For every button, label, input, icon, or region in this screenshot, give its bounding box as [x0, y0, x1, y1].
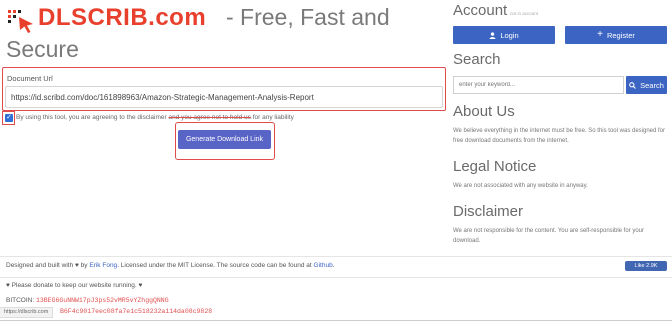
search-button[interactable]: Search: [626, 76, 667, 94]
login-button[interactable]: Login: [453, 26, 555, 44]
legal-heading: Legal Notice: [453, 158, 537, 175]
register-label: Register: [606, 30, 635, 40]
document-url-input[interactable]: [5, 86, 443, 108]
plus-icon: +: [597, 29, 603, 40]
about-heading: About Us: [453, 103, 515, 120]
footer-divider-2: [0, 277, 672, 278]
status-bar-url: https://dlscrib.com: [0, 307, 54, 318]
disclaimer-text: We are not responsible for the content. …: [453, 228, 645, 244]
github-link[interactable]: Github: [314, 262, 333, 269]
account-heading: Account: [453, 2, 508, 19]
checkmark-icon: ✓: [6, 114, 12, 121]
register-button[interactable]: + Register: [565, 26, 667, 44]
search-icon: [629, 81, 637, 89]
tagline-line2: Secure: [6, 36, 79, 62]
agree-text: By using this tool, you are agreeing to …: [16, 114, 294, 121]
bitcoin-address: 13BEG6GuNNW17pJ3ps52vMR5vYZhggQNNG: [35, 297, 169, 304]
donate-text: ♥ Please donate to keep our website runn…: [6, 282, 143, 289]
legal-text: We are not associated with any website i…: [453, 183, 588, 189]
facebook-like-button[interactable]: Like 2.9K: [625, 261, 667, 271]
agree-checkbox[interactable]: ✓: [5, 114, 13, 122]
bitcoin-address-2: B6F4c9017eec08fa7e1c518232a114da08c9828: [60, 308, 213, 315]
dlscrib-logo-icon: [8, 10, 33, 33]
document-url-label: Document Url: [7, 74, 53, 83]
bitcoin-row: BITCOIN: 13BEG6GuNNW17pJ3ps52vMR5vYZhggQ…: [6, 297, 169, 304]
brand-title[interactable]: DLSCRIB.com: [38, 4, 206, 32]
bitcoin-label: BITCOIN:: [6, 297, 35, 304]
about-text: We believe everything in the internet mu…: [453, 128, 666, 144]
search-heading: Search: [453, 51, 501, 68]
user-icon: [489, 31, 496, 39]
search-input[interactable]: [453, 76, 624, 94]
generate-download-link-button[interactable]: Generate Download Link: [178, 130, 271, 149]
footer-divider: [0, 256, 672, 257]
agree-text-struck: and you agree not to hold us: [168, 114, 251, 121]
tagline-line1: - Free, Fast and: [226, 4, 390, 30]
disclaimer-heading: Disclaimer: [453, 203, 524, 220]
bottom-divider: [0, 320, 672, 321]
author-link[interactable]: Erik Fong: [89, 262, 117, 269]
search-button-label: Search: [640, 80, 664, 90]
account-subtext: not in account: [510, 11, 539, 16]
login-label: Login: [500, 30, 519, 40]
footer-credit: Designed and built with ♥ by Erik Fong. …: [6, 262, 335, 269]
